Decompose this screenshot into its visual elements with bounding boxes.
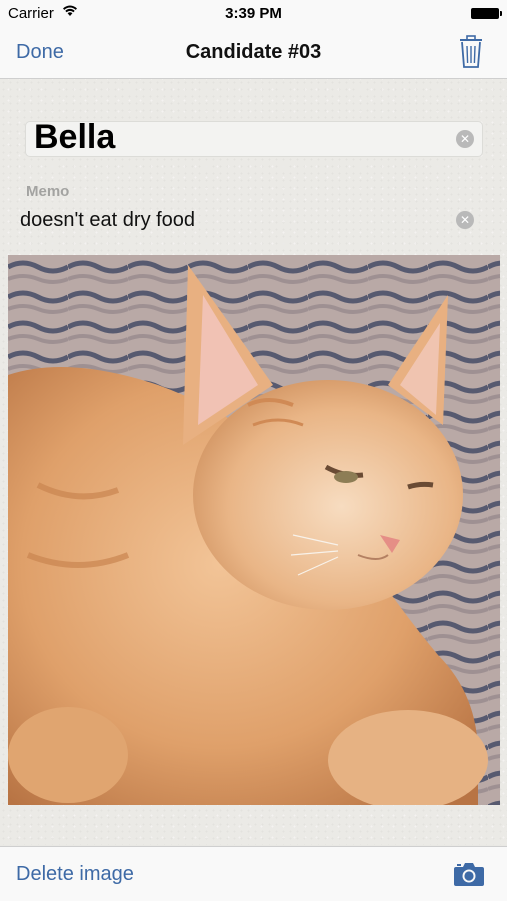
- trash-icon[interactable]: [457, 35, 485, 69]
- memo-label: Memo: [26, 183, 70, 200]
- bottom-toolbar: Delete image: [0, 846, 507, 901]
- camera-icon[interactable]: [453, 861, 485, 887]
- content-area: Bella ✕ Memo doesn't eat dry food ✕: [0, 79, 507, 845]
- name-clear-icon[interactable]: ✕: [456, 130, 474, 148]
- name-field[interactable]: Bella ✕: [25, 118, 483, 157]
- navigation-bar: Done Candidate #03: [0, 28, 507, 79]
- status-bar: Carrier 3:39 PM: [0, 0, 507, 28]
- photo-kitten: [8, 255, 500, 805]
- name-value: Bella: [34, 118, 116, 156]
- delete-image-button[interactable]: Delete image: [16, 863, 134, 886]
- memo-value: doesn't eat dry food: [20, 209, 196, 231]
- page-title: Candidate #03: [185, 41, 322, 63]
- memo-field[interactable]: doesn't eat dry food ✕: [20, 207, 482, 233]
- battery-icon: [471, 8, 502, 19]
- memo-clear-icon[interactable]: ✕: [456, 211, 474, 229]
- status-time: 3:39 PM: [225, 5, 282, 22]
